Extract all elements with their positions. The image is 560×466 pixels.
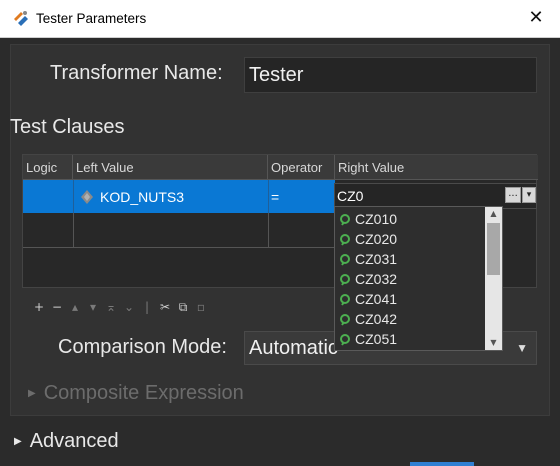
- composite-expression-section: ▶ Composite Expression: [28, 382, 244, 405]
- ok-button-edge[interactable]: [410, 462, 474, 466]
- paste-icon[interactable]: ▫: [192, 300, 210, 314]
- row-divider: [23, 247, 335, 248]
- scroll-down-icon[interactable]: ▼: [485, 336, 502, 350]
- composite-expression-label: Composite Expression: [43, 382, 244, 404]
- scroll-up-icon[interactable]: ▲: [485, 207, 502, 221]
- tester-icon: [14, 11, 28, 26]
- comparison-mode-value: Automatic: [249, 337, 338, 359]
- window-title: Tester Parameters: [36, 11, 147, 26]
- transformer-name-label: Transformer Name:: [50, 62, 223, 84]
- right-value-text[interactable]: CZ0: [337, 188, 363, 204]
- column-header-left-value[interactable]: Left Value: [73, 155, 268, 180]
- column-header-logic[interactable]: Logic: [23, 155, 73, 180]
- operator-cell[interactable]: =: [271, 189, 279, 205]
- attribute-icon: [81, 190, 93, 204]
- cut-icon[interactable]: ✂: [156, 300, 174, 314]
- suggestion-label: CZ032: [355, 271, 398, 287]
- suggestion-icon: [340, 334, 350, 346]
- test-clauses-heading: Test Clauses: [10, 116, 125, 138]
- column-header-right-value[interactable]: Right Value: [335, 155, 538, 180]
- move-down-icon[interactable]: ▾: [84, 300, 102, 314]
- close-icon[interactable]: ✕: [526, 8, 546, 28]
- suggestion-icon: [340, 274, 350, 286]
- suggestion-icon: [340, 314, 350, 326]
- left-value-cell[interactable]: KOD_NUTS3: [100, 189, 184, 205]
- suggestion-label: CZ010: [355, 211, 398, 227]
- comparison-mode-label: Comparison Mode:: [58, 336, 227, 358]
- clause-toolbar: + − ▴ ▾ ⌅ ⌄ | ✂ ⧉ ▫: [30, 300, 210, 316]
- suggestion-icon: [340, 214, 350, 226]
- cell-divider: [73, 180, 74, 213]
- add-clause-button[interactable]: +: [30, 300, 48, 314]
- suggestion-label: CZ031: [355, 251, 398, 267]
- move-bottom-icon[interactable]: ⌄: [120, 300, 138, 314]
- suggestion-label: CZ041: [355, 291, 398, 307]
- move-top-icon[interactable]: ⌅: [102, 300, 120, 314]
- autocomplete-popup: CZ010 CZ020 CZ031 CZ032 CZ041 CZ042 CZ05…: [334, 206, 503, 351]
- expand-arrow-icon[interactable]: ▶: [14, 436, 22, 447]
- suggestion-icon: [340, 294, 350, 306]
- suggestion-label: CZ042: [355, 311, 398, 327]
- transformer-name-input[interactable]: Tester: [244, 57, 537, 93]
- cell-divider: [268, 180, 269, 213]
- suggestion-label: CZ051: [355, 331, 398, 347]
- list-item[interactable]: CZ042: [339, 311, 397, 331]
- suggestion-icon: [340, 234, 350, 246]
- list-item[interactable]: CZ051: [339, 331, 397, 351]
- column-header-operator[interactable]: Operator: [268, 155, 335, 180]
- expand-arrow-icon: ▶: [28, 388, 36, 399]
- cell-divider: [268, 213, 269, 247]
- suggestion-icon: [340, 254, 350, 266]
- list-item[interactable]: CZ010: [339, 211, 397, 231]
- list-item[interactable]: CZ031: [339, 251, 397, 271]
- chevron-down-icon[interactable]: ▾: [522, 187, 536, 203]
- popup-scrollbar[interactable]: ▲ ▼: [485, 207, 502, 350]
- toolbar-separator: |: [144, 300, 150, 314]
- scroll-thumb[interactable]: [487, 223, 500, 275]
- ellipsis-button[interactable]: ...: [505, 187, 521, 203]
- copy-icon[interactable]: ⧉: [174, 300, 192, 315]
- list-item[interactable]: CZ032: [339, 271, 397, 291]
- suggestion-label: CZ020: [355, 231, 398, 247]
- table-row[interactable]: KOD_NUTS3 =: [23, 180, 335, 213]
- cell-divider: [73, 213, 74, 247]
- move-up-icon[interactable]: ▴: [66, 300, 84, 314]
- list-item[interactable]: CZ041: [339, 291, 397, 311]
- title-bar: Tester Parameters ✕: [0, 0, 560, 38]
- remove-clause-button[interactable]: −: [48, 300, 66, 314]
- advanced-label[interactable]: Advanced: [30, 430, 119, 452]
- advanced-section[interactable]: ▶ Advanced: [14, 430, 119, 453]
- list-item[interactable]: CZ020: [339, 231, 397, 251]
- chevron-down-icon: ▼: [516, 341, 528, 355]
